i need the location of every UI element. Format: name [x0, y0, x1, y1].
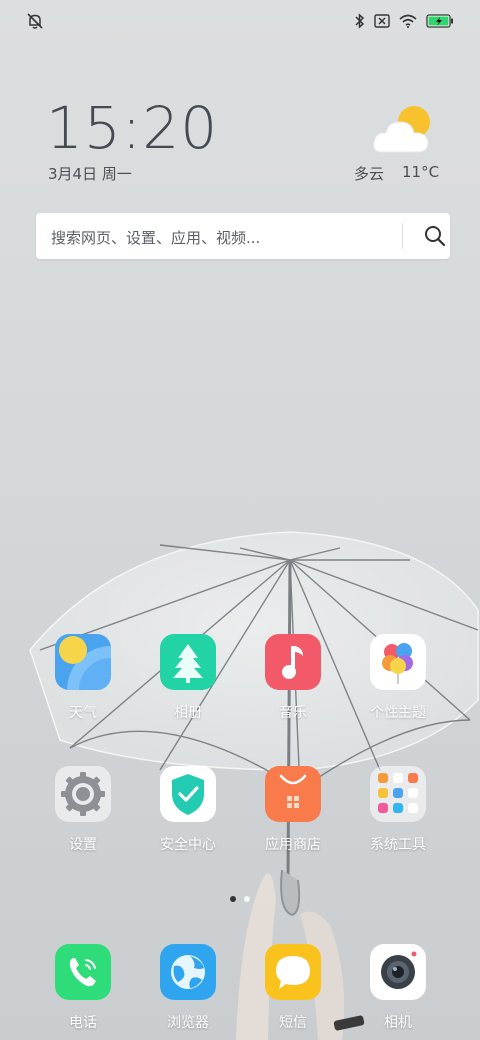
app-security[interactable]: 安全中心 [133, 766, 243, 854]
app-label: 相册 [174, 705, 202, 721]
app-label: 浏览器 [167, 1015, 209, 1031]
gallery-app-icon [160, 634, 216, 690]
app-weather[interactable]: 天气 [28, 634, 138, 722]
settings-app-icon [55, 766, 111, 822]
browser-app-icon [160, 944, 216, 1000]
battery-charging-icon [426, 14, 453, 28]
app-label: 电话 [69, 1015, 97, 1031]
weather-temperature: 11°C [402, 163, 440, 181]
clock-time[interactable]: 15:20 [46, 94, 218, 162]
bell-off-icon [27, 13, 43, 29]
app-music[interactable]: 音乐 [238, 634, 348, 722]
app-themes[interactable]: 个性主题 [343, 634, 453, 722]
app-label: 系统工具 [370, 837, 426, 853]
app-settings[interactable]: 设置 [28, 766, 138, 854]
app-label: 天气 [69, 705, 97, 721]
music-app-icon [265, 634, 321, 690]
status-bar [0, 0, 480, 44]
camera-app-icon [370, 944, 426, 1000]
search-input[interactable]: 搜索网页、设置、应用、视频... [51, 227, 260, 248]
app-label: 短信 [279, 1015, 307, 1031]
app-label: 相机 [384, 1015, 412, 1031]
messages-app-icon [265, 944, 321, 1000]
app-store[interactable]: 应用商店 [238, 766, 348, 854]
page-dot [244, 896, 250, 902]
app-browser[interactable]: 浏览器 [133, 944, 243, 1032]
app-store-icon [265, 766, 321, 822]
themes-app-icon [370, 634, 426, 690]
app-label: 应用商店 [265, 837, 321, 853]
weather-widget[interactable]: 多云 11°C [354, 163, 439, 184]
phone-app-icon [55, 944, 111, 1000]
no-sim-icon [374, 14, 390, 28]
system-tools-folder-icon [370, 766, 426, 822]
search-divider [402, 223, 403, 249]
bluetooth-icon [355, 13, 365, 29]
app-gallery[interactable]: 相册 [133, 634, 243, 722]
folder-system-tools[interactable]: 系统工具 [343, 766, 453, 854]
security-app-icon [160, 766, 216, 822]
search-bar[interactable]: 搜索网页、设置、应用、视频... [36, 213, 450, 259]
page-dot-active [230, 896, 236, 902]
wifi-icon [399, 14, 417, 28]
weather-condition: 多云 [354, 165, 385, 183]
app-camera[interactable]: 相机 [343, 944, 453, 1032]
partly-cloudy-icon[interactable] [370, 102, 438, 156]
app-phone[interactable]: 电话 [28, 944, 138, 1032]
weather-app-icon [55, 634, 111, 690]
search-icon[interactable] [424, 225, 446, 247]
app-label: 安全中心 [160, 837, 216, 853]
clock-date[interactable]: 3月4日 周一 [48, 163, 132, 184]
page-indicator [230, 896, 250, 902]
app-label: 设置 [69, 837, 97, 853]
app-label: 个性主题 [370, 705, 426, 721]
app-label: 音乐 [279, 705, 307, 721]
app-messages[interactable]: 短信 [238, 944, 348, 1032]
